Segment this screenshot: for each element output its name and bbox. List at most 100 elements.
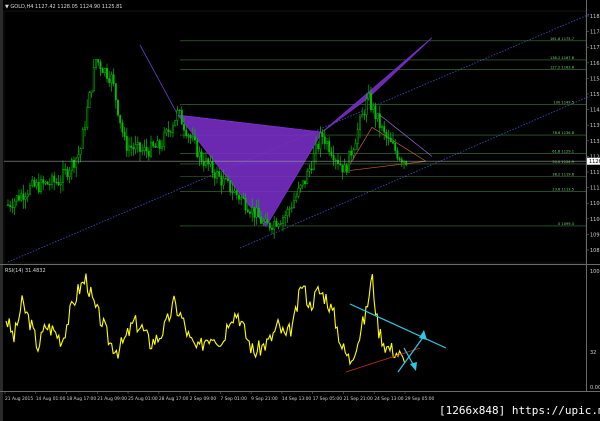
rsi-trendline-support — [345, 347, 421, 373]
candle-body — [75, 157, 78, 168]
symbol-header: ▼ GOLD,H4 1127.42 1128.05 1124.90 1125.8… — [5, 4, 123, 10]
candle-body — [11, 206, 14, 208]
time-axis-label: 21 Sep 21:00 — [343, 396, 373, 402]
price-axis-label: 1172 — [590, 45, 600, 51]
candle-body — [374, 105, 377, 119]
candle-body — [273, 220, 276, 230]
candle-body — [282, 217, 284, 224]
candle-body — [279, 223, 282, 225]
price-axis-label: 1139 — [590, 123, 600, 129]
candle-body — [334, 159, 337, 161]
time-axis-label: 7 Sep 01:00 — [220, 396, 247, 402]
candle-body — [167, 129, 170, 132]
candle-body — [92, 67, 95, 92]
candle-body — [68, 170, 71, 178]
candle-body — [315, 143, 317, 155]
candle-body — [185, 129, 188, 137]
candle-body — [304, 180, 306, 185]
price-axis-label: 1152 — [590, 92, 600, 98]
candle-body — [136, 142, 139, 145]
candle-body — [174, 120, 177, 127]
candle-body — [339, 163, 342, 166]
candle-body — [323, 136, 326, 145]
candle-body — [163, 132, 166, 148]
candle-body — [372, 105, 375, 111]
candle-body — [264, 219, 267, 222]
candle-body — [132, 147, 135, 150]
fib-level-label: 61.8 1129.1 — [552, 150, 574, 154]
candle-body — [381, 126, 383, 129]
candle-body — [125, 136, 128, 151]
candle-body — [359, 116, 361, 130]
price-chart[interactable]: 1185 1178 1172 1165 1158 1152 1145 1139 1132 1126… — [0, 0, 600, 421]
candle-body — [260, 216, 262, 224]
candle-body — [354, 143, 357, 151]
candle-body — [218, 171, 221, 177]
time-axis-label: 28 Aug 17:00 — [159, 396, 189, 402]
candle-body — [172, 125, 174, 133]
candle-body — [396, 150, 399, 159]
candle-body — [253, 207, 256, 218]
candle-body — [297, 188, 300, 197]
candle-body — [348, 150, 350, 173]
candle-body — [222, 178, 225, 186]
rsi-axis-label: 0.00 — [590, 385, 600, 391]
candle-body — [44, 181, 47, 184]
candle-body — [62, 169, 64, 184]
candle-body — [231, 191, 234, 193]
candle-body — [392, 141, 394, 144]
candle-body — [257, 207, 260, 218]
candle-body — [35, 182, 38, 187]
candle-body — [238, 194, 240, 200]
candle-body — [165, 129, 168, 134]
candle-body — [51, 175, 53, 185]
candle-body — [229, 180, 232, 193]
candle-body — [99, 62, 102, 69]
candle-body — [242, 197, 245, 199]
candle-body — [326, 140, 328, 145]
breakout-arrow-down-icon — [410, 362, 417, 371]
candle-body — [330, 151, 333, 156]
candle-body — [147, 150, 150, 157]
candle-body — [227, 178, 229, 181]
candle-body — [394, 142, 397, 151]
candle-body — [332, 155, 335, 161]
candle-body — [301, 180, 304, 186]
fib-level-label: 23.6 1113.5 — [552, 188, 574, 192]
candle-body — [299, 184, 302, 189]
candle-body — [156, 140, 159, 148]
candle-body — [189, 135, 192, 139]
candle-body — [286, 209, 289, 216]
candle-body — [317, 143, 320, 150]
candle-body — [187, 135, 190, 137]
candle-body — [365, 98, 368, 116]
candle-body — [145, 146, 148, 152]
candle-body — [31, 180, 34, 186]
candle-body — [310, 168, 313, 171]
candle-body — [389, 137, 392, 143]
candle-body — [154, 145, 157, 148]
candle-body — [158, 140, 161, 149]
candle-body — [22, 193, 25, 200]
time-axis-label: 9 Sep 21:00 — [251, 396, 278, 402]
candle-body — [268, 222, 271, 229]
price-axis-label: 1087 — [590, 248, 600, 254]
candle-body — [180, 109, 183, 125]
candle-body — [134, 144, 137, 150]
fib-level-label: 138.2 1167.8 — [550, 56, 575, 60]
candle-body — [139, 142, 141, 152]
candle-body — [106, 68, 108, 79]
candle-body — [119, 114, 122, 124]
fib-level-label: 127.2 1163.8 — [550, 66, 575, 70]
candle-body — [97, 59, 100, 63]
time-axis-label: 18 Aug 17:00 — [67, 396, 97, 402]
fib-level-label: 0 1099.3 — [558, 222, 574, 226]
time-axis-label: 29 Sep 05:00 — [405, 396, 435, 402]
candle-body — [200, 151, 203, 162]
candle-body — [387, 137, 390, 139]
candle-body — [205, 158, 207, 166]
candle-body — [308, 168, 311, 172]
candle-body — [244, 197, 247, 211]
candle-body — [312, 153, 315, 171]
price-axis-label: 1145 — [590, 108, 600, 114]
